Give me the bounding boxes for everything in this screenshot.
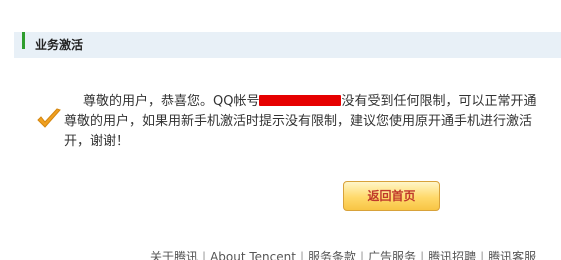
message-line-1: 尊敬的用户，恭喜您。QQ帐号 没有受到任何限制，可以正常开通 (64, 92, 561, 112)
footer-link-terms[interactable]: 服务条款 (308, 250, 356, 260)
activation-message: 尊敬的用户，恭喜您。QQ帐号 没有受到任何限制，可以正常开通 尊敬的用户，如果用新… (64, 92, 561, 152)
footer-link-about[interactable]: 关于腾讯 (150, 250, 198, 260)
redacted-account-number (259, 95, 342, 106)
message-line-3: 开，谢谢！ (64, 134, 130, 149)
section-header: 业务激活 (14, 32, 561, 58)
message-line-1-end: 没有受到任何限制，可以正常开通 (341, 94, 537, 109)
footer-separator: | (202, 250, 207, 260)
footer-separator: | (299, 250, 304, 260)
message-line-1-start: 尊敬的用户，恭喜您。QQ帐号 (83, 94, 260, 109)
section-accent-bar (22, 32, 25, 49)
section-title: 业务激活 (35, 38, 84, 52)
message-line-2: 尊敬的用户，如果用新手机激活时提示没有限制，建议您使用原开通手机进行激活 (64, 114, 533, 129)
footer-link-ads[interactable]: 广告服务 (368, 250, 416, 260)
footer-links: 关于腾讯 | About Tencent | 服务条款 | 广告服务 | 腾讯招聘 | 腾讯客服 (150, 250, 561, 260)
footer-separator: | (480, 250, 485, 260)
checkmark-icon (37, 108, 61, 128)
footer-link-support[interactable]: 腾讯客服 (488, 250, 536, 260)
footer-link-jobs[interactable]: 腾讯招聘 (428, 250, 476, 260)
footer-separator: | (360, 250, 365, 260)
return-home-button[interactable]: 返回首页 (343, 181, 440, 211)
footer-link-about-en[interactable]: About Tencent (210, 250, 296, 260)
footer-separator: | (420, 250, 425, 260)
